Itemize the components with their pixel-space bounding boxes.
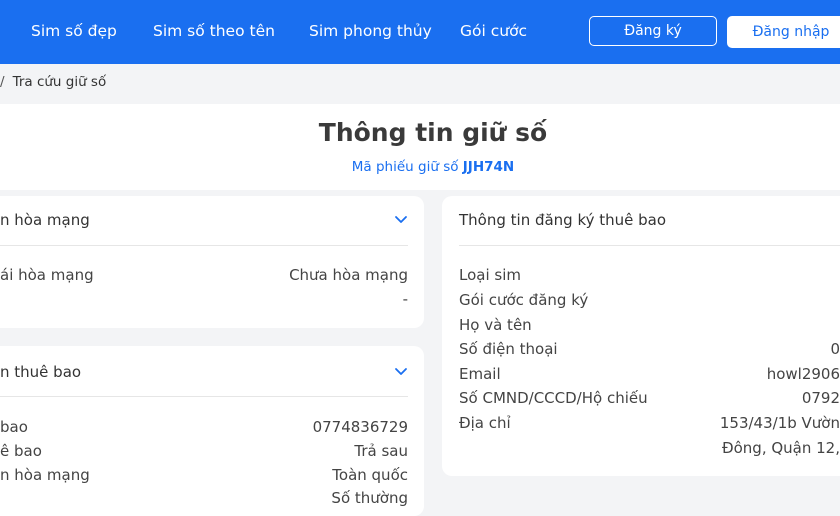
activation-row-2-value: -	[402, 290, 408, 308]
chevron-down-icon[interactable]	[394, 215, 408, 225]
address-value: 153/43/1b Vườn	[719, 414, 840, 432]
email-value: howl2906	[766, 365, 840, 383]
nav-link-sim-theo-ten[interactable]: Sim số theo tên	[153, 22, 275, 40]
register-button[interactable]: Đăng ký	[589, 16, 717, 46]
plan-label: Gói cước đăng ký	[459, 291, 589, 309]
subscriber-number-value: 0774836729	[312, 418, 408, 436]
full-name-label: Họ và tên	[459, 316, 532, 334]
subscriber-scope-value: Toàn quốc	[332, 466, 408, 484]
id-number-label: Số CMND/CCCD/Hộ chiếu	[459, 389, 648, 407]
subscriber-card-divider	[0, 396, 408, 397]
activation-status-value: Chưa hòa mạng	[289, 266, 408, 284]
page-header-card	[0, 104, 840, 190]
nav-link-sim-so-dep[interactable]: Sim số đẹp	[31, 22, 117, 40]
activation-card-divider	[0, 245, 408, 246]
phone-label: Số điện thoại	[459, 340, 558, 358]
registration-card-divider	[459, 245, 840, 246]
login-button[interactable]: Đăng nhập	[727, 16, 840, 48]
subscriber-card-title: n thuê bao	[0, 363, 82, 381]
breadcrumb: / Tra cứu giữ số	[0, 74, 106, 90]
email-label: Email	[459, 365, 501, 383]
sim-type-label: Loại sim	[459, 266, 521, 284]
subscriber-type-value: Trả sau	[354, 442, 408, 460]
subscriber-category-value: Số thường	[331, 489, 408, 507]
address-label: Địa chỉ	[459, 414, 511, 432]
subscriber-scope-label: n hòa mạng	[0, 466, 90, 484]
activation-status-label: ái hòa mạng	[0, 266, 94, 284]
nav-link-goi-cuoc[interactable]: Gói cước	[460, 22, 527, 40]
nav-link-sim-phong-thuy[interactable]: Sim phong thủy	[309, 22, 432, 40]
id-number-value: 0792	[801, 389, 840, 407]
registration-info-card	[442, 196, 840, 476]
chevron-down-icon[interactable]	[394, 367, 408, 377]
ticket-label: Mã phiếu giữ số	[351, 159, 459, 175]
ticket-code-line: Mã phiếu giữ số JJH74N	[0, 159, 840, 175]
page-title: Thông tin giữ số	[318, 118, 548, 147]
phone-value: 0	[830, 340, 840, 358]
registration-card-title: Thông tin đăng ký thuê bao	[459, 211, 667, 229]
subscriber-type-label: ê bao	[0, 442, 42, 460]
activation-card-title: n hòa mạng	[0, 211, 90, 229]
ticket-code: JJH74N	[462, 159, 515, 175]
breadcrumb-separator: /	[0, 74, 5, 90]
top-nav-bar: Sim số đẹp Sim số theo tên Sim phong thủ…	[0, 0, 840, 64]
breadcrumb-current: Tra cứu giữ số	[12, 74, 107, 90]
subscriber-number-label: bao	[0, 418, 28, 436]
address-line2-value: Đông, Quận 12,	[721, 439, 840, 457]
